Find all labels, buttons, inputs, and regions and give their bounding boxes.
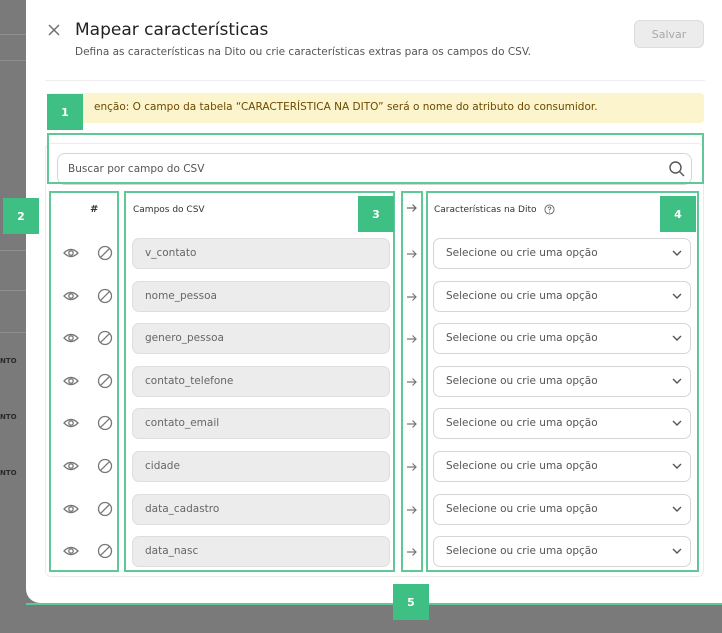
annotation-box-5 <box>401 191 423 572</box>
modal-title: Mapear características <box>75 20 269 40</box>
annotation-badge-5: 5 <box>393 584 429 620</box>
annotation-line <box>26 603 722 605</box>
annotation-box-1 <box>47 133 704 184</box>
alert-text: enção: O campo da tabela “CARACTERÍSTICA… <box>94 101 598 113</box>
annotation-box-2 <box>49 191 119 572</box>
modal-subtitle: Defina as características na Dito ou cri… <box>75 46 531 58</box>
background-label: NTO <box>0 357 17 365</box>
annotation-badge-3: 3 <box>358 196 394 232</box>
annotation-box-3 <box>124 191 395 572</box>
header-divider <box>45 80 705 81</box>
save-button[interactable]: Salvar <box>634 20 704 48</box>
annotation-badge-4: 4 <box>660 196 696 232</box>
annotation-badge-2: 2 <box>3 198 39 234</box>
close-icon[interactable] <box>47 23 61 37</box>
annotation-box-4 <box>426 191 699 572</box>
annotation-badge-1: 1 <box>47 94 83 130</box>
